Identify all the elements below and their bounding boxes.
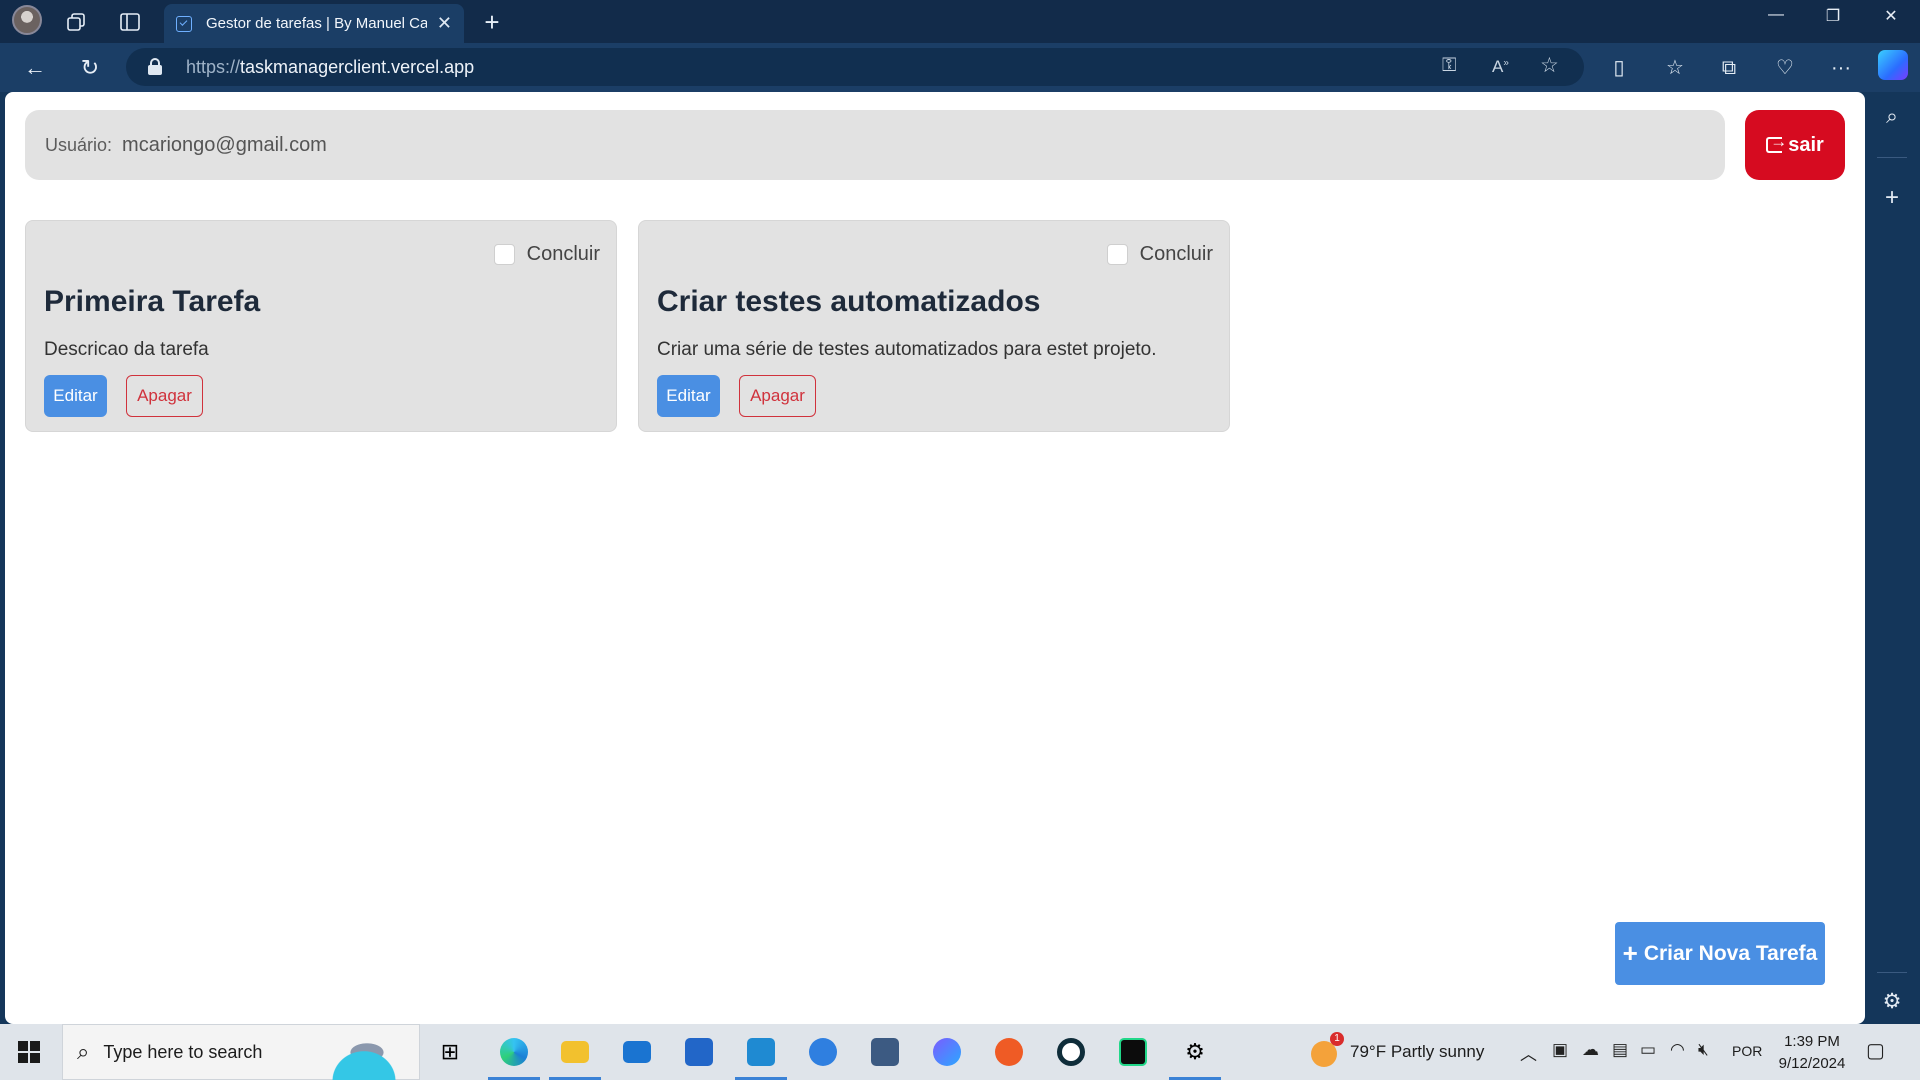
refresh-icon[interactable]: ↻: [75, 53, 105, 83]
clock-date: 9/12/2024: [1778, 1055, 1846, 1072]
meet-now-icon[interactable]: ▣: [1552, 1040, 1568, 1060]
password-key-icon[interactable]: ⚿: [1442, 55, 1456, 77]
browser-title-bar: Gestor de tarefas | By Manuel Car ✕ + — …: [0, 0, 1920, 43]
complete-label: Concluir: [1139, 243, 1213, 265]
favorite-star-icon[interactable]: ☆: [1540, 53, 1559, 78]
search-icon[interactable]: ⌕: [1877, 102, 1907, 132]
plus-icon: +: [1622, 938, 1638, 968]
store-icon[interactable]: [679, 1032, 719, 1072]
complete-checkbox[interactable]: Concluir: [493, 243, 600, 266]
edge-browser-icon[interactable]: [488, 1032, 540, 1080]
windows-taskbar: ⌕ Type here to search ⊞ ⚙ 1 79°F Partly …: [0, 1024, 1920, 1080]
task-card: Concluir Primeira Tarefa Descricao da ta…: [25, 220, 617, 432]
weather-text[interactable]: 79°F Partly sunny: [1350, 1042, 1484, 1062]
tab-close-icon[interactable]: ✕: [437, 13, 452, 34]
taskbar-search-box[interactable]: ⌕ Type here to search: [62, 1024, 420, 1080]
logout-icon: [1766, 132, 1787, 153]
speaker-muted-icon[interactable]: 🔇︎: [1698, 1040, 1709, 1060]
profile-avatar[interactable]: [12, 5, 42, 35]
azure-data-studio-icon[interactable]: [803, 1032, 843, 1072]
settings-app-icon[interactable]: ⚙: [1169, 1032, 1221, 1080]
collections-icon[interactable]: ⧉: [1714, 53, 1744, 83]
mongodb-compass-icon[interactable]: [1051, 1032, 1091, 1072]
tab-favicon-icon: [176, 15, 192, 32]
read-aloud-icon[interactable]: A»: [1492, 57, 1509, 77]
complete-checkbox[interactable]: Concluir: [1106, 243, 1213, 266]
minimize-button[interactable]: —: [1756, 6, 1796, 24]
window-close-button[interactable]: ✕: [1871, 6, 1911, 26]
address-url[interactable]: https://taskmanagerclient.vercel.app: [186, 57, 474, 78]
copilot-icon[interactable]: [1878, 50, 1908, 80]
tab-title: Gestor de tarefas | By Manuel Car: [206, 15, 427, 32]
user-email: mcariongo@gmail.com: [122, 133, 327, 156]
logout-label: sair: [1788, 133, 1824, 156]
pycharm-icon[interactable]: [1113, 1032, 1153, 1072]
language-indicator[interactable]: POR: [1732, 1043, 1762, 1059]
copilot-app-icon[interactable]: [927, 1032, 967, 1072]
onedrive-icon[interactable]: ☁: [1582, 1040, 1599, 1060]
checkbox-box[interactable]: [1106, 244, 1128, 265]
complete-label: Concluir: [526, 243, 600, 265]
new-tab-button[interactable]: +: [478, 7, 506, 37]
edit-button[interactable]: Editar: [44, 375, 107, 417]
workspaces-icon[interactable]: [62, 8, 90, 36]
task-description: Criar uma série de testes automatizados …: [657, 339, 1157, 360]
split-screen-icon[interactable]: ▯: [1604, 53, 1634, 83]
search-highlight-art: [319, 1029, 419, 1080]
create-task-label: Criar Nova Tarefa: [1643, 941, 1818, 965]
page-viewport: Usuário: mcariongo@gmail.com sair Conclu…: [5, 92, 1865, 1024]
task-title: Criar testes automatizados: [657, 285, 1041, 318]
windows-start-icon[interactable]: [18, 1041, 40, 1063]
sql-server-icon[interactable]: [865, 1032, 905, 1072]
clock-time: 1:39 PM: [1784, 1033, 1840, 1050]
vertical-tabs-icon[interactable]: [116, 8, 144, 36]
add-icon[interactable]: +: [1877, 183, 1907, 213]
user-info-bar: Usuário: mcariongo@gmail.com: [25, 110, 1725, 180]
notification-app-icon[interactable]: ▤: [1612, 1040, 1628, 1060]
browser-toolbar: ← ↻ https://taskmanagerclient.vercel.app…: [0, 43, 1920, 92]
favorites-icon[interactable]: ☆: [1660, 53, 1690, 83]
logout-button[interactable]: sair: [1745, 110, 1845, 180]
checkbox-box[interactable]: [493, 244, 515, 265]
settings-gear-icon[interactable]: ⚙: [1877, 987, 1907, 1017]
file-explorer-icon[interactable]: [549, 1032, 601, 1080]
browser-tab-active[interactable]: Gestor de tarefas | By Manuel Car ✕: [164, 4, 464, 43]
battery-icon[interactable]: ▭: [1640, 1040, 1656, 1060]
back-arrow-icon[interactable]: ←: [20, 53, 50, 83]
restore-button[interactable]: ❐: [1813, 6, 1853, 26]
lock-icon[interactable]: [148, 58, 162, 75]
create-task-button[interactable]: + Criar Nova Tarefa: [1615, 922, 1825, 985]
weather-badge: 1: [1330, 1032, 1344, 1046]
address-bar[interactable]: https://taskmanagerclient.vercel.app ⚿ A…: [126, 48, 1584, 86]
edge-sidebar: ⌕ + ⚙: [1865, 92, 1920, 1024]
search-placeholder: Type here to search: [103, 1041, 263, 1062]
delete-button[interactable]: Apagar: [126, 375, 203, 417]
vscode-icon[interactable]: [735, 1032, 787, 1080]
browser-essentials-icon[interactable]: ♡: [1770, 53, 1800, 83]
user-label: Usuário:: [45, 134, 113, 155]
sidebar-divider: [1877, 157, 1907, 158]
edit-button[interactable]: Editar: [657, 375, 720, 417]
task-title: Primeira Tarefa: [44, 285, 261, 318]
postman-icon[interactable]: [989, 1032, 1029, 1072]
more-options-icon[interactable]: ···: [1826, 53, 1856, 83]
wifi-icon[interactable]: ◠: [1670, 1040, 1685, 1060]
sidebar-divider: [1877, 972, 1907, 973]
tray-chevron-icon[interactable]: ︿: [1520, 1040, 1537, 1065]
task-card: Concluir Criar testes automatizados Cria…: [638, 220, 1230, 432]
delete-button[interactable]: Apagar: [739, 375, 816, 417]
search-icon: ⌕: [77, 1039, 90, 1064]
weather-icon[interactable]: 1: [1304, 1032, 1344, 1074]
taskbar-clock[interactable]: 1:39 PM 9/12/2024: [1772, 1031, 1852, 1075]
task-description: Descricao da tarefa: [44, 339, 209, 360]
task-view-icon[interactable]: ⊞: [430, 1032, 470, 1072]
notifications-icon[interactable]: ▢: [1866, 1038, 1885, 1063]
mail-icon[interactable]: [617, 1032, 657, 1072]
